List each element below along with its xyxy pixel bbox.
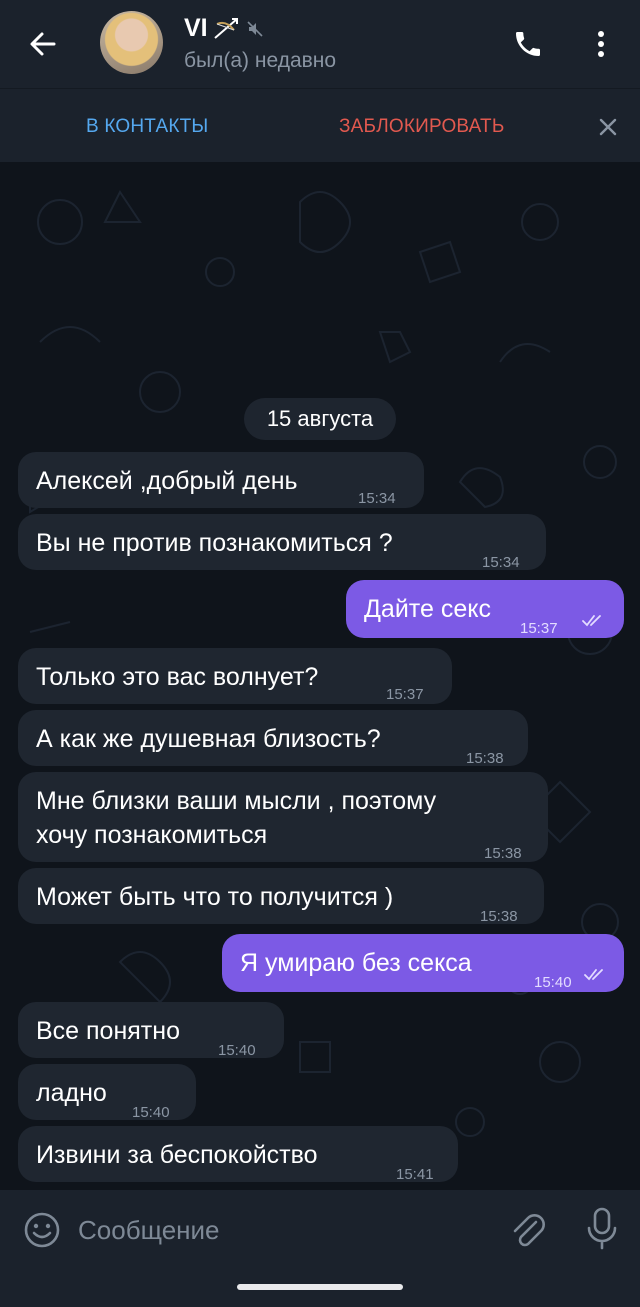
chat-header: VI был(а) недавно	[0, 0, 640, 88]
message-bubble-incoming[interactable]: Мне близки ваши мысли , поэтому хочу поз…	[18, 772, 548, 862]
message-text: Извини за беспокойство	[36, 1141, 318, 1169]
message-bubble-incoming[interactable]: Только это вас волнует? 15:37	[18, 648, 452, 704]
unknown-contact-bar: В КОНТАКТЫ ЗАБЛОКИРОВАТЬ	[0, 88, 640, 163]
message-time: 15:40	[534, 974, 572, 991]
message-time: 15:40	[218, 1042, 256, 1059]
contact-name-row[interactable]: VI	[184, 14, 264, 43]
message-text: Я умираю без секса	[240, 949, 472, 977]
more-vertical-icon	[598, 31, 604, 57]
back-button[interactable]	[18, 22, 68, 66]
message-time: 15:40	[132, 1104, 170, 1121]
message-time: 15:37	[386, 686, 424, 703]
message-bubble-outgoing[interactable]: Я умираю без секса 15:40	[222, 934, 624, 992]
paperclip-icon	[513, 1214, 545, 1247]
smiley-icon	[24, 1212, 60, 1248]
block-user-button[interactable]: ЗАБЛОКИРОВАТЬ	[339, 116, 505, 138]
message-text: Может быть что то получится )	[36, 883, 394, 911]
more-menu-button[interactable]	[584, 24, 618, 64]
message-text: Мне близки ваши мысли , поэтому хочу поз…	[36, 787, 437, 849]
message-time: 15:37	[520, 620, 558, 637]
message-text: ладно	[36, 1079, 107, 1107]
message-input[interactable]	[78, 1208, 488, 1252]
emoji-button[interactable]	[22, 1210, 62, 1250]
muted-icon	[247, 20, 263, 37]
message-time: 15:34	[482, 554, 520, 571]
call-button[interactable]	[508, 24, 548, 64]
close-icon	[599, 118, 617, 136]
contact-name: VI	[184, 14, 208, 42]
message-text: А как же душевная близость?	[36, 725, 381, 753]
message-bubble-incoming[interactable]: ладно 15:40	[18, 1064, 196, 1121]
date-separator: 15 августа	[244, 398, 396, 440]
add-to-contacts-button[interactable]: В КОНТАКТЫ	[86, 116, 208, 138]
bow-and-arrow-icon	[213, 17, 238, 39]
message-bubble-incoming[interactable]: А как же душевная близость? 15:38	[18, 710, 528, 767]
microphone-icon	[587, 1207, 617, 1250]
arrow-left-icon	[30, 32, 56, 56]
attach-button[interactable]	[508, 1208, 548, 1252]
message-time: 15:34	[358, 490, 396, 507]
message-bubble-outgoing[interactable]: Дайте секс 15:37	[346, 580, 624, 638]
message-time: 15:38	[480, 908, 518, 925]
message-bubble-incoming[interactable]: Алексей ,добрый день 15:34	[18, 452, 424, 508]
message-text: Алексей ,добрый день	[36, 467, 298, 495]
voice-message-button[interactable]	[584, 1206, 620, 1252]
message-time: 15:38	[484, 845, 522, 862]
read-checkmarks-icon	[584, 969, 603, 981]
message-bubble-incoming[interactable]: Все понятно 15:40	[18, 1002, 284, 1059]
chat-history[interactable]: 15 августа Алексей ,добрый день 15:34 Вы…	[0, 162, 640, 1190]
read-checkmarks-icon	[582, 615, 601, 627]
avatar[interactable]	[100, 11, 163, 74]
message-bubble-incoming[interactable]: Может быть что то получится ) 15:38	[18, 868, 544, 925]
message-text: Вы не против познакомиться ?	[36, 529, 393, 557]
home-indicator[interactable]	[237, 1284, 403, 1290]
message-text: Только это вас волнует?	[36, 663, 319, 691]
phone-icon	[516, 32, 540, 56]
message-bubble-incoming[interactable]: Вы не против познакомиться ? 15:34	[18, 514, 546, 571]
message-text: Все понятно	[36, 1017, 180, 1045]
last-seen-status: был(а) недавно	[184, 49, 337, 72]
message-time: 15:38	[466, 750, 504, 767]
close-bar-button[interactable]	[592, 111, 624, 143]
message-bubble-incoming[interactable]: Извини за беспокойство 15:41	[18, 1126, 458, 1183]
message-text: Дайте секс	[364, 595, 491, 623]
message-time: 15:41	[396, 1166, 434, 1183]
